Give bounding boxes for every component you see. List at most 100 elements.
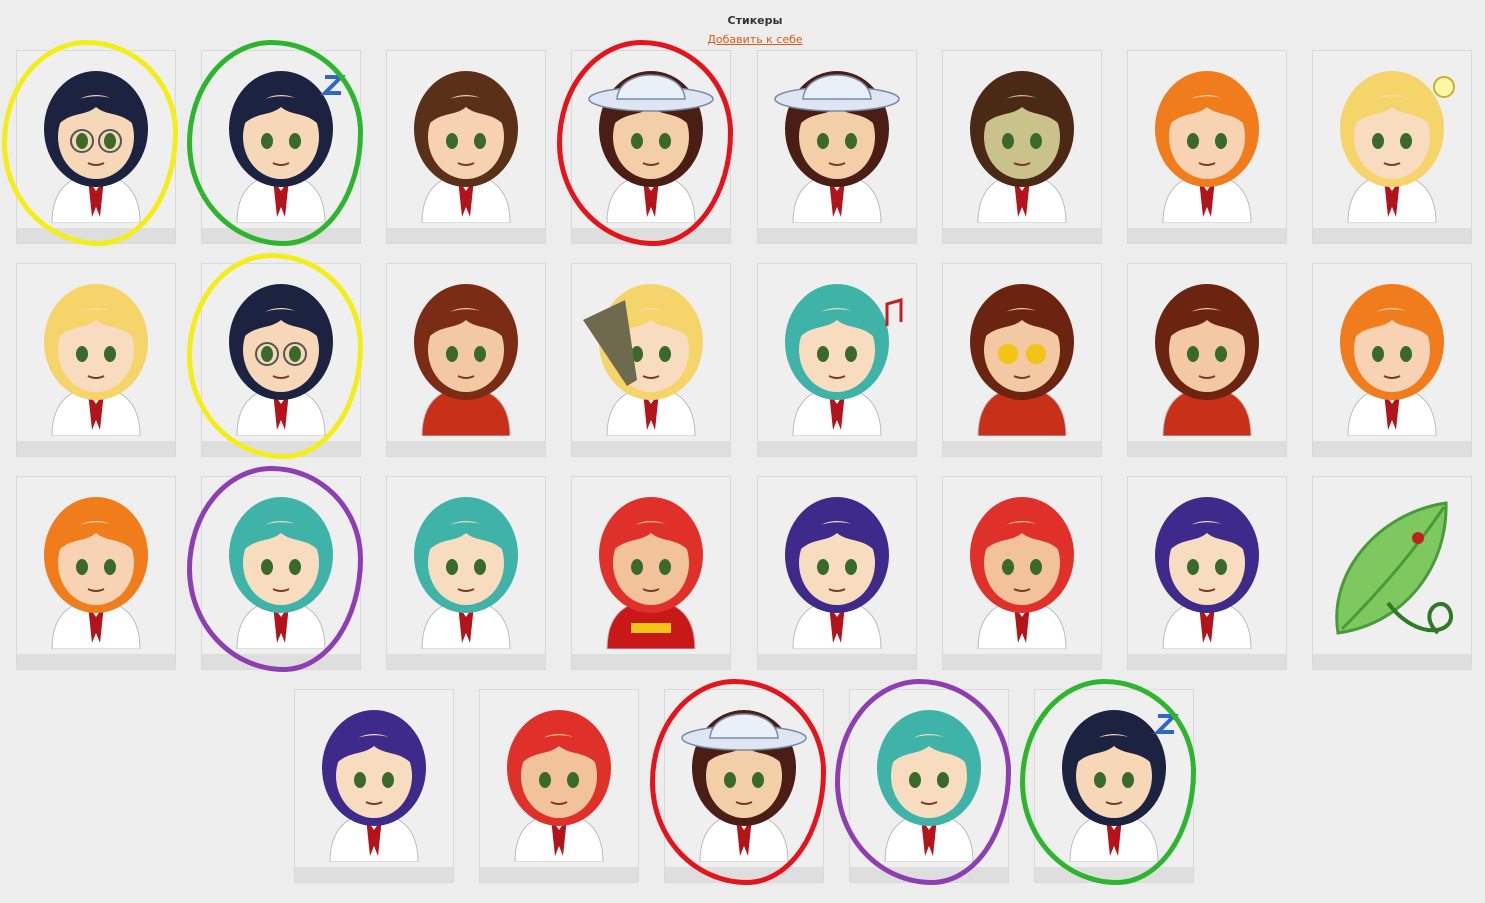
right-eye bbox=[937, 772, 949, 788]
right-eye bbox=[474, 346, 486, 362]
sticker-tile[interactable] bbox=[849, 689, 1009, 883]
sticker-tile[interactable] bbox=[201, 263, 361, 457]
left-eye bbox=[631, 133, 643, 149]
sticker-tile[interactable] bbox=[942, 476, 1102, 670]
sticker-tile-footer bbox=[850, 867, 1008, 882]
sticker-blonde-broom bbox=[583, 284, 703, 436]
sticker-tile-footer bbox=[202, 441, 360, 456]
sticker-tile[interactable] bbox=[16, 263, 176, 457]
left-eye bbox=[631, 559, 643, 575]
sticker-tile[interactable] bbox=[571, 263, 731, 457]
sticker-tile[interactable] bbox=[757, 263, 917, 457]
left-eye bbox=[1094, 772, 1106, 788]
sticker-tile[interactable] bbox=[201, 50, 361, 244]
sticker-tile-footer bbox=[1313, 228, 1471, 243]
right-eye bbox=[1122, 772, 1134, 788]
sticker-tile-footer bbox=[17, 654, 175, 669]
sticker-grid bbox=[0, 0, 1485, 903]
sticker-dark-hair-glasses-arms-crossed bbox=[44, 71, 148, 223]
heart-eye-left bbox=[998, 344, 1018, 364]
left-eye bbox=[817, 133, 829, 149]
sticker-tile-footer bbox=[943, 441, 1101, 456]
sticker-tile-footer bbox=[1035, 867, 1193, 882]
sticker-tile-footer bbox=[1313, 441, 1471, 456]
sticker-tile-footer bbox=[758, 441, 916, 456]
sticker-cat-ears-scared bbox=[414, 284, 518, 436]
sleep-zzz-icon bbox=[320, 75, 346, 95]
sticker-tile-footer bbox=[1128, 654, 1286, 669]
sticker-tile[interactable] bbox=[1127, 263, 1287, 457]
right-eye bbox=[382, 772, 394, 788]
sticker-tile-footer bbox=[480, 867, 638, 882]
sticker-tile-footer bbox=[572, 441, 730, 456]
sticker-tile[interactable] bbox=[16, 50, 176, 244]
left-eye bbox=[1372, 346, 1384, 362]
sticker-blonde-idea-lightbulb bbox=[1340, 71, 1455, 223]
right-eye bbox=[845, 346, 857, 362]
sticker-purple-hair-grin bbox=[322, 710, 426, 862]
sticker-teal-twintails-dreamy-2 bbox=[877, 710, 981, 862]
left-eye bbox=[76, 133, 88, 149]
left-eye bbox=[76, 346, 88, 362]
sticker-tile[interactable] bbox=[1312, 476, 1472, 670]
sticker-tile[interactable] bbox=[571, 476, 731, 670]
sticker-tile-footer bbox=[387, 654, 545, 669]
right-eye bbox=[289, 133, 301, 149]
sticker-orange-pigtails-sad bbox=[44, 497, 148, 649]
sticker-orange-pigtails-angry bbox=[1155, 71, 1259, 223]
sticker-red-hair-wink-tongue bbox=[507, 710, 611, 862]
cccp-badge bbox=[631, 623, 671, 633]
left-eye bbox=[1187, 346, 1199, 362]
right-eye bbox=[1400, 346, 1412, 362]
right-eye bbox=[104, 133, 116, 149]
sticker-tile[interactable] bbox=[757, 476, 917, 670]
sticker-tile-footer bbox=[758, 654, 916, 669]
right-eye bbox=[104, 559, 116, 575]
left-eye bbox=[1187, 559, 1199, 575]
sticker-tile[interactable] bbox=[1312, 263, 1472, 457]
sticker-panama-hat-surprised bbox=[774, 71, 900, 223]
sticker-tile[interactable] bbox=[664, 689, 824, 883]
sticker-teal-twintails-dreamy bbox=[229, 497, 333, 649]
sticker-tile[interactable] bbox=[294, 689, 454, 883]
sticker-tile[interactable] bbox=[386, 476, 546, 670]
sticker-tile[interactable] bbox=[201, 476, 361, 670]
sticker-tile-footer bbox=[758, 228, 916, 243]
left-eye bbox=[1187, 133, 1199, 149]
sticker-tile[interactable] bbox=[479, 689, 639, 883]
sticker-tile[interactable] bbox=[1312, 50, 1472, 244]
left-eye bbox=[261, 346, 273, 362]
sticker-tile-footer bbox=[202, 228, 360, 243]
sticker-teal-twintails-worried bbox=[414, 497, 518, 649]
music-note-icon bbox=[885, 298, 903, 326]
sticker-leaf-ladybug bbox=[1335, 501, 1454, 635]
sticker-red-hair-cccp-skeptical bbox=[599, 497, 703, 649]
left-eye bbox=[261, 559, 273, 575]
sticker-tile[interactable] bbox=[1034, 689, 1194, 883]
left-eye bbox=[446, 133, 458, 149]
right-eye bbox=[289, 559, 301, 575]
sticker-panama-hat-shrug-2 bbox=[681, 710, 807, 862]
right-eye bbox=[1215, 133, 1227, 149]
sticker-red-hair-laughing-tears bbox=[970, 497, 1074, 649]
left-eye bbox=[1002, 133, 1014, 149]
sticker-tile[interactable] bbox=[942, 50, 1102, 244]
sticker-tile[interactable] bbox=[942, 263, 1102, 457]
sticker-tile[interactable] bbox=[16, 476, 176, 670]
right-eye bbox=[845, 559, 857, 575]
sticker-tile-footer bbox=[1313, 654, 1471, 669]
sticker-brown-hair-facepalm bbox=[414, 71, 518, 223]
sticker-tile-footer bbox=[572, 228, 730, 243]
sticker-tile[interactable] bbox=[1127, 476, 1287, 670]
sleep-zzz-icon bbox=[1153, 714, 1179, 734]
sticker-tile[interactable] bbox=[386, 50, 546, 244]
sticker-tile[interactable] bbox=[1127, 50, 1287, 244]
sticker-cat-ears-bored bbox=[1155, 284, 1259, 436]
sticker-tile-footer bbox=[1128, 441, 1286, 456]
sticker-tile[interactable] bbox=[386, 263, 546, 457]
right-eye bbox=[474, 133, 486, 149]
right-eye bbox=[289, 346, 301, 362]
right-eye bbox=[1215, 559, 1227, 575]
sticker-tile[interactable] bbox=[757, 50, 917, 244]
sticker-tile[interactable] bbox=[571, 50, 731, 244]
